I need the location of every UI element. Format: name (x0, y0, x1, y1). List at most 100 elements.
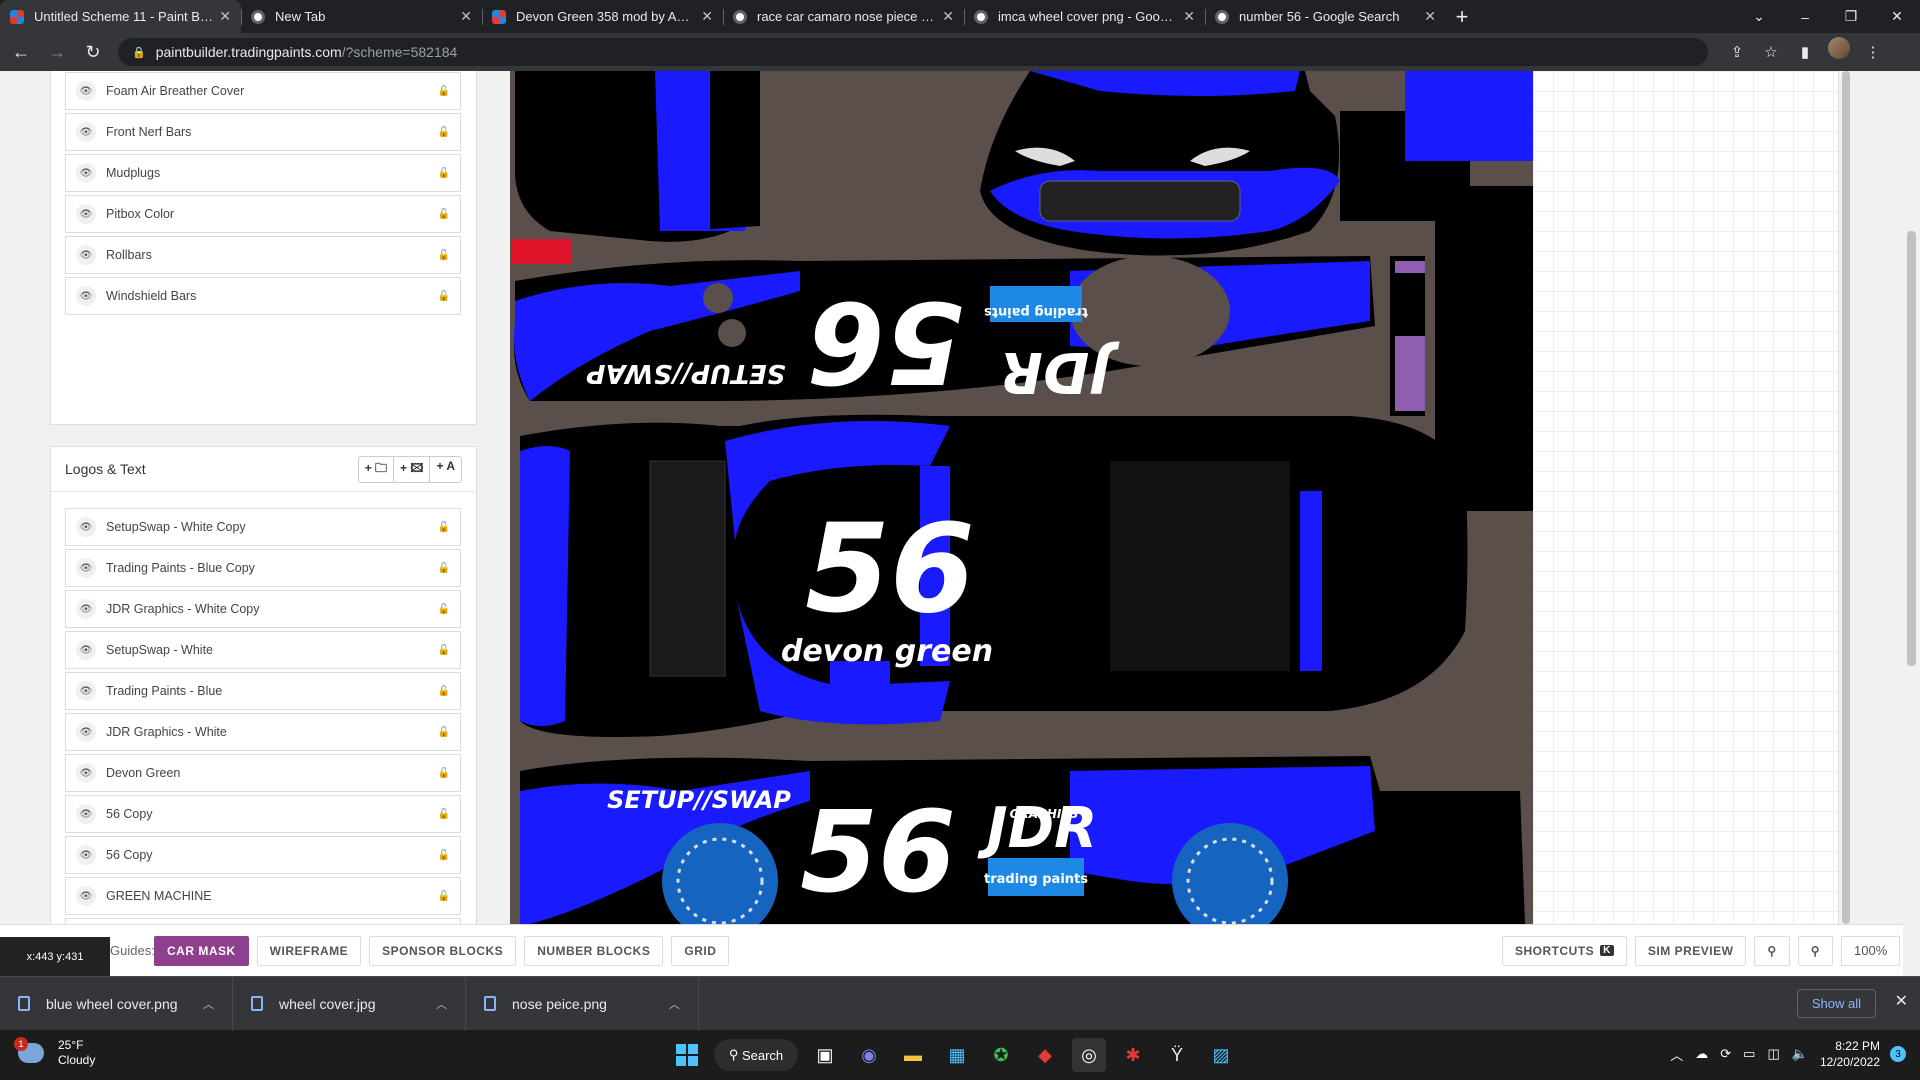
layer-item[interactable]: 👁 Rollbars 🔓 (65, 236, 461, 274)
sync-icon[interactable]: ⟳ (1720, 1046, 1731, 1062)
tab-number-56-search[interactable]: number 56 - Google Search ✕ (1205, 0, 1446, 33)
tradingpaints-app-icon[interactable]: ✱ (1116, 1038, 1150, 1072)
guide-grid-button[interactable]: GRID (671, 935, 730, 966)
eye-icon[interactable]: 👁 (76, 163, 96, 183)
chrome-icon[interactable]: ◎ (1072, 1038, 1106, 1072)
menu-kebab-icon[interactable]: ⋮ (1856, 37, 1890, 67)
layer-item[interactable]: 👁 Mudplugs 🔓 (65, 154, 461, 192)
layer-item[interactable]: 👁 56 Copy 🔓 (65, 795, 461, 833)
file-explorer-icon[interactable]: ▬ (896, 1038, 930, 1072)
layer-item[interactable]: 👁 Foam Air Breather Cover 🔓 (65, 72, 461, 110)
close-icon[interactable]: ✕ (701, 8, 713, 25)
layer-item[interactable]: 👁 Pitbox Color 🔓 (65, 195, 461, 233)
tab-devon-green-mod[interactable]: Devon Green 358 mod by Antoine ✕ (482, 0, 723, 33)
guide-sponsor-blocks-button[interactable]: SPONSOR BLOCKS (369, 935, 517, 966)
eye-icon[interactable]: 👁 (76, 722, 96, 742)
scrollbar-thumb[interactable] (1842, 71, 1850, 924)
lock-icon[interactable]: 🔓 (438, 168, 450, 179)
close-icon[interactable]: ✕ (1895, 991, 1908, 1011)
close-icon[interactable]: ✕ (219, 8, 231, 25)
lock-icon[interactable]: 🔓 (438, 809, 450, 820)
windows-start-icon[interactable] (670, 1038, 704, 1072)
eye-icon[interactable]: 👁 (76, 599, 96, 619)
eye-icon[interactable]: 👁 (76, 804, 96, 824)
eye-icon[interactable]: 👁 (76, 558, 96, 578)
side-panel-icon[interactable]: ▮ (1788, 37, 1822, 67)
taskbar-search-button[interactable]: ⚲ Search (714, 1039, 798, 1071)
network-icon[interactable]: ◫ (1767, 1046, 1779, 1062)
notification-badge[interactable]: 3 (1890, 1046, 1906, 1062)
layer-item[interactable]: 👁 Trading Paints - Blue 🔓 (65, 672, 461, 710)
layer-item[interactable]: 👁 Devon Green 🔓 (65, 754, 461, 792)
lock-icon[interactable]: 🔓 (438, 127, 450, 138)
chevron-up-icon[interactable]: ︿ (669, 996, 680, 1012)
forward-button[interactable]: → (42, 37, 72, 67)
layer-item[interactable]: 👁 Trading Paints - Blue Copy 🔓 (65, 549, 461, 587)
eye-icon[interactable]: 👁 (76, 886, 96, 906)
tab-new-tab[interactable]: New Tab ✕ (241, 0, 482, 33)
lock-icon[interactable]: 🔓 (438, 291, 450, 302)
weather-widget[interactable]: 1 25°F Cloudy (14, 1037, 95, 1068)
add-image-button[interactable]: + 🖾 (393, 456, 429, 482)
lock-icon[interactable]: 🔓 (438, 645, 450, 656)
lock-icon[interactable]: 🔓 (438, 522, 450, 533)
eye-icon[interactable]: 👁 (76, 204, 96, 224)
lock-icon[interactable]: 🔓 (438, 768, 450, 779)
zoom-level[interactable]: 100% (1841, 935, 1901, 966)
zoom-in-icon[interactable]: ⚲ (1797, 935, 1834, 966)
page-scrollbar[interactable] (1903, 71, 1920, 976)
store-icon[interactable]: ▦ (940, 1038, 974, 1072)
close-icon[interactable]: ✕ (1424, 8, 1436, 25)
lock-icon[interactable]: 🔓 (438, 250, 450, 261)
scrollbar-thumb[interactable] (1907, 231, 1916, 666)
add-text-button[interactable]: + A (429, 456, 461, 482)
download-item[interactable]: wheel cover.jpg ︿ (233, 976, 466, 1031)
show-all-button[interactable]: Show all (1796, 989, 1876, 1018)
share-icon[interactable]: ⇪ (1720, 37, 1754, 67)
guide-wireframe-button[interactable]: WIREFRAME (256, 935, 362, 966)
volume-icon[interactable]: 🔈 (1792, 1046, 1808, 1062)
car-template-svg[interactable]: 56 SETUP//SWAP JDR trading paints 56 dev… (510, 71, 1533, 924)
paint-app-icon[interactable]: ▨ (1204, 1038, 1238, 1072)
eye-icon[interactable]: 👁 (76, 122, 96, 142)
tab-paint-builder[interactable]: Untitled Scheme 11 - Paint Builder ✕ (0, 0, 241, 33)
eye-icon[interactable]: 👁 (76, 286, 96, 306)
download-item[interactable]: nose peice.png ︿ (466, 976, 699, 1031)
chevron-up-icon[interactable]: ︿ (203, 996, 214, 1012)
close-icon[interactable]: ✕ (1183, 8, 1195, 25)
close-icon[interactable]: ✕ (460, 8, 472, 25)
guide-car-mask-button[interactable]: CAR MASK (154, 935, 249, 966)
lock-icon[interactable]: 🔓 (438, 686, 450, 697)
eye-icon[interactable]: 👁 (76, 763, 96, 783)
shortcuts-button[interactable]: SHORTCUTS K (1502, 935, 1627, 966)
eye-icon[interactable]: 👁 (76, 681, 96, 701)
layer-item[interactable]: 👁 SetupSwap - White Copy 🔓 (65, 508, 461, 546)
reload-button[interactable]: ↻ (78, 37, 108, 67)
iracing-icon[interactable]: Ÿ (1160, 1038, 1194, 1072)
close-icon[interactable]: ✕ (942, 8, 954, 25)
chevron-up-icon[interactable]: ︿ (436, 996, 447, 1012)
layer-item[interactable]: 👁 JDR Graphics - White 🔓 (65, 713, 461, 751)
lock-icon[interactable]: 🔓 (438, 850, 450, 861)
window-close-button[interactable]: ✕ (1874, 0, 1920, 33)
lock-icon[interactable]: 🔓 (438, 563, 450, 574)
restore-button[interactable]: ❐ (1828, 0, 1874, 33)
layer-item[interactable]: 👁 Front Nerf Bars 🔓 (65, 113, 461, 151)
avatar[interactable] (1828, 37, 1850, 59)
tab-wheel-cover-search[interactable]: imca wheel cover png - Google Search ✕ (964, 0, 1205, 33)
lock-icon[interactable]: 🔓 (438, 727, 450, 738)
clock[interactable]: 8:22 PM 12/20/2022 (1820, 1038, 1880, 1070)
sim-preview-button[interactable]: SIM PREVIEW (1634, 935, 1747, 966)
eye-icon[interactable]: 👁 (76, 845, 96, 865)
new-tab-button[interactable]: + (1446, 0, 1478, 33)
tab-search-icon[interactable]: ⌄ (1736, 0, 1782, 33)
eye-icon[interactable]: 👁 (76, 517, 96, 537)
bookmark-star-icon[interactable]: ☆ (1754, 37, 1788, 67)
layer-item[interactable]: 👁 56 Copy 🔓 (65, 836, 461, 874)
add-logo-button[interactable]: + 🗀 (359, 457, 393, 482)
layer-item[interactable]: 👁 Windshield Bars 🔓 (65, 277, 461, 315)
task-view-icon[interactable]: ▣ (808, 1038, 842, 1072)
eye-icon[interactable]: 👁 (76, 245, 96, 265)
lock-icon[interactable]: 🔓 (438, 891, 450, 902)
layer-item[interactable]: 👁 GREEN MACHINE 🔓 (65, 877, 461, 915)
